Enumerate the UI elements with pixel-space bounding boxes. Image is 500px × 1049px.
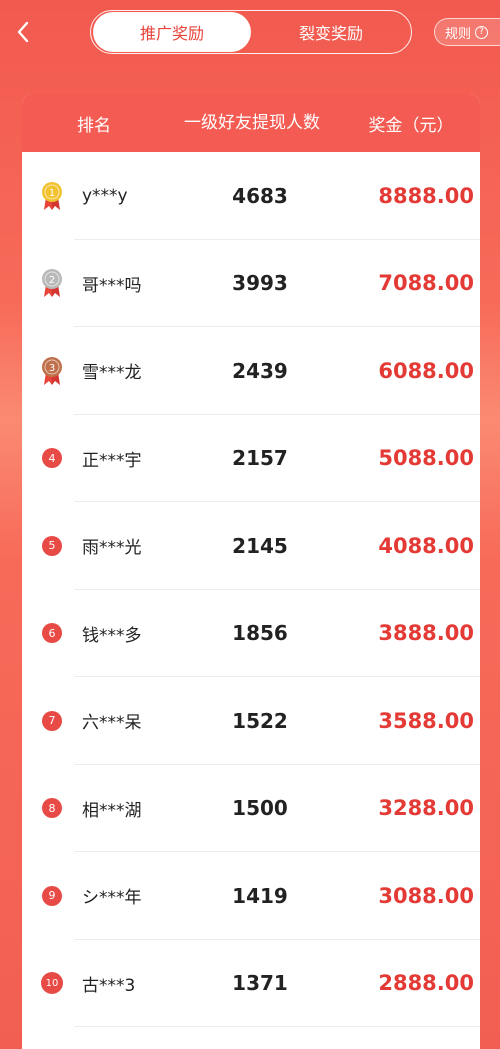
- prize-amount: 5088.00: [378, 446, 474, 471]
- user-name: シ***年: [82, 888, 142, 909]
- question-icon: ?: [475, 25, 489, 39]
- column-header-rank: 排名: [77, 115, 111, 136]
- back-button[interactable]: [10, 14, 36, 50]
- friend-count: 2145: [232, 533, 288, 558]
- friend-count: 1856: [232, 621, 288, 646]
- rank-badge: 5: [42, 535, 62, 556]
- rank-badge: 6: [42, 623, 62, 644]
- rank-cell: 7: [22, 710, 82, 731]
- prize-amount: 3088.00: [378, 883, 474, 908]
- prize-amount: 7088.00: [378, 271, 474, 296]
- prize-amount: 6088.00: [378, 358, 474, 383]
- chevron-left-icon: [17, 21, 29, 43]
- friend-count: 1500: [232, 796, 288, 821]
- user-name: y***y: [82, 185, 128, 206]
- table-row: 2 哥***吗 3993 7088.00: [22, 240, 480, 328]
- rank-badge: 8: [42, 798, 62, 819]
- prize-amount: 4088.00: [378, 533, 474, 558]
- rank-badge: 10: [41, 972, 63, 995]
- friend-count: 2439: [232, 358, 288, 383]
- table-row: 5 雨***光 2145 4088.00: [22, 502, 480, 590]
- column-header-prize: 奖金（元）: [368, 115, 454, 136]
- table-row: 10 古***3 1371 2888.00: [22, 940, 480, 1028]
- rank-cell: 2: [22, 268, 82, 298]
- rank-cell: 4: [22, 448, 82, 469]
- table-row: 1 y***y 4683 8888.00: [22, 152, 480, 240]
- rank-cell: 5: [22, 535, 82, 556]
- table-row: 4 正***宇 2157 5088.00: [22, 415, 480, 503]
- prize-amount: 3288.00: [378, 796, 474, 821]
- rank-cell: 3: [22, 356, 82, 386]
- tab-fission-reward[interactable]: 裂变奖励: [251, 12, 411, 52]
- user-name: 钱***多: [82, 625, 142, 646]
- prize-amount: 8888.00: [378, 183, 474, 208]
- rank-badge: 9: [42, 885, 62, 906]
- friend-count: 1371: [232, 971, 288, 996]
- user-name: 古***3: [82, 975, 136, 996]
- friend-count: 3993: [232, 271, 288, 296]
- prize-amount: 3888.00: [378, 621, 474, 646]
- rules-label: 规则: [445, 26, 472, 42]
- table-row: 6 钱***多 1856 3888.00: [22, 590, 480, 678]
- user-name: 哥***吗: [82, 275, 142, 296]
- rank-badge: 4: [42, 448, 62, 469]
- user-name: 雨***光: [82, 538, 142, 559]
- user-name: 雪***龙: [82, 363, 142, 384]
- user-name: 相***湖: [82, 800, 142, 821]
- friend-count: 4683: [232, 183, 288, 208]
- rank-number: 1: [49, 188, 55, 199]
- prize-amount: 3588.00: [378, 708, 474, 733]
- table-row: 8 相***湖 1500 3288.00: [22, 765, 480, 853]
- friend-count: 1419: [232, 883, 288, 908]
- rank-cell: 8: [22, 798, 82, 819]
- leaderboard-card: 排名 一级好友提现人数 奖金（元） 1 y***y 4683 8888.00 2 哥***…: [22, 94, 480, 1049]
- user-name: 六***呆: [82, 713, 142, 734]
- column-header-count: 一级好友提现人数: [184, 113, 320, 133]
- silver-medal-icon: 2: [42, 269, 62, 298]
- top-bar: 推广奖励 裂变奖励 规则 ?: [0, 0, 500, 64]
- leaderboard-rows: 1 y***y 4683 8888.00 2 哥***吗 3993 7088.00 3 雪***龙…: [22, 152, 480, 1027]
- gold-medal-icon: 1: [42, 181, 62, 210]
- table-row: 3 雪***龙 2439 6088.00: [22, 327, 480, 415]
- bronze-medal-icon: 3: [42, 356, 62, 385]
- rank-badge: 7: [42, 710, 62, 731]
- table-row: 7 六***呆 1522 3588.00: [22, 677, 480, 765]
- tab-promotion-reward[interactable]: 推广奖励: [93, 12, 251, 52]
- rank-cell: 1: [22, 181, 82, 211]
- rank-cell: 9: [22, 885, 82, 906]
- rank-number: 2: [49, 275, 55, 286]
- rules-button[interactable]: 规则 ?: [434, 18, 500, 46]
- prize-amount: 2888.00: [378, 971, 474, 996]
- friend-count: 2157: [232, 446, 288, 471]
- user-name: 正***宇: [82, 450, 142, 471]
- rank-number: 3: [49, 363, 55, 374]
- rank-cell: 10: [22, 972, 82, 995]
- reward-tabs: 推广奖励 裂变奖励: [90, 10, 412, 54]
- table-header: 排名 一级好友提现人数 奖金（元）: [22, 94, 480, 152]
- friend-count: 1522: [232, 708, 288, 733]
- rank-cell: 6: [22, 623, 82, 644]
- table-row: 9 シ***年 1419 3088.00: [22, 852, 480, 940]
